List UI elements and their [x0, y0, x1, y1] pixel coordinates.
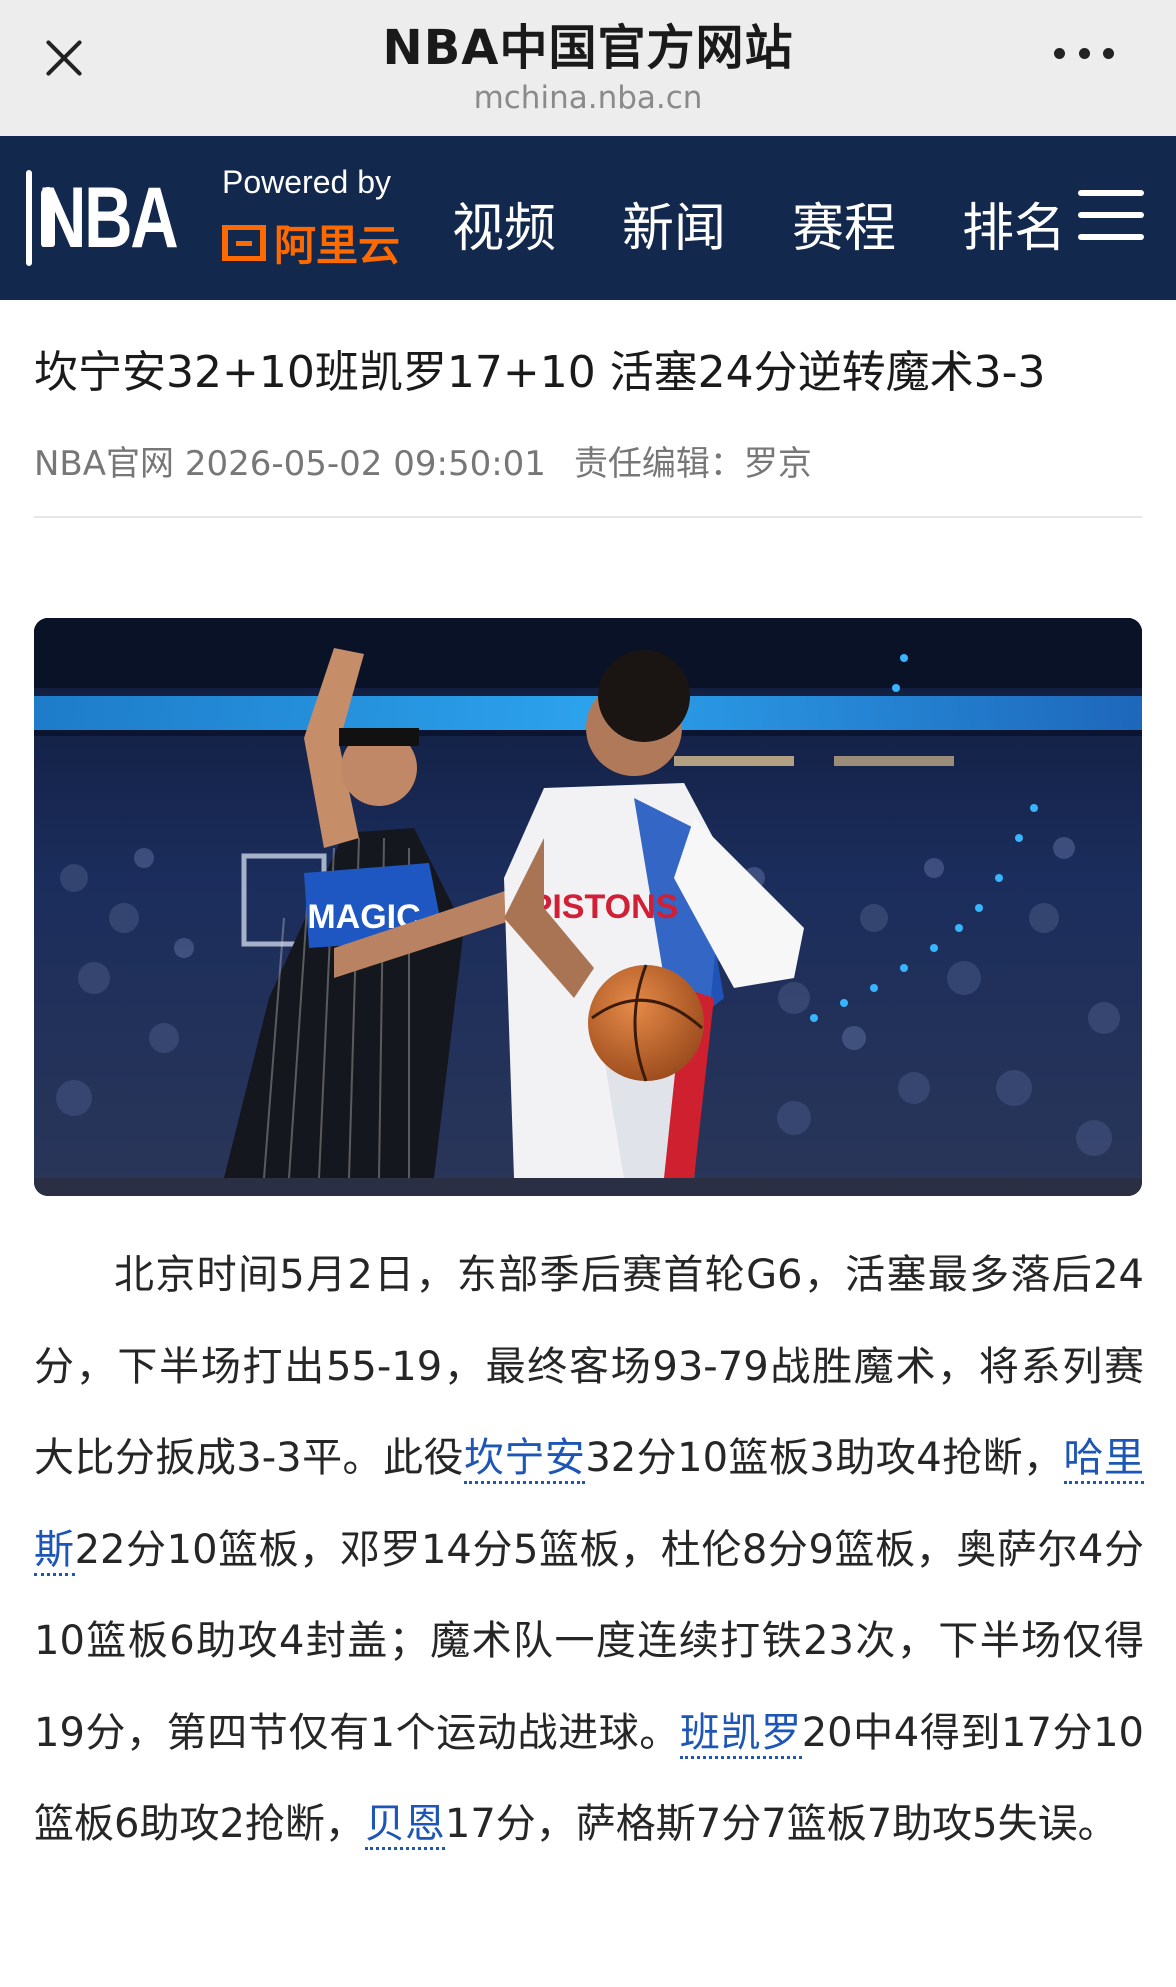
more-dots-icon[interactable]: [1054, 48, 1114, 64]
aliyun-icon: [222, 224, 266, 261]
article-photo: MAGIC PISTONS: [34, 618, 1142, 1196]
hamburger-icon[interactable]: [1078, 190, 1144, 240]
article-source-date: NBA官网 2026-05-02 09:50:01: [34, 444, 546, 484]
site-nav-bar: NBA Powered by 阿里云 视频 新闻 赛程 排名: [0, 136, 1176, 300]
nav-item-schedule[interactable]: 赛程: [792, 186, 896, 261]
body-text-2: 32分10篮板3助攻4抢断，: [585, 1435, 1064, 1481]
powered-by-label: Powered by: [222, 164, 391, 200]
nav-item-news[interactable]: 新闻: [622, 186, 726, 261]
browser-top-bar: NBA中国官方网站 mchina.nba.cn: [0, 0, 1176, 136]
sponsor-logo: 阿里云: [222, 212, 400, 273]
site-url: mchina.nba.cn: [473, 80, 703, 116]
nba-logo-badge-icon: [26, 170, 55, 266]
nba-logo[interactable]: NBA: [26, 170, 192, 266]
nav-item-video[interactable]: 视频: [452, 186, 556, 261]
sponsor-name: 阿里云: [274, 221, 401, 270]
basketball-photo-illustration: MAGIC PISTONS: [34, 618, 1142, 1196]
article-body: 北京时间5月2日，东部季后赛首轮G6，活塞最多落后24分，下半场打出55-19，…: [34, 1230, 1145, 1871]
divider: [34, 516, 1142, 518]
player-link-cunningham[interactable]: 坎宁安: [463, 1435, 586, 1484]
article-paragraph: 北京时间5月2日，东部季后赛首轮G6，活塞最多落后24分，下半场打出55-19，…: [34, 1230, 1145, 1871]
nba-logo-text: NBA: [38, 170, 179, 266]
player-link-bane[interactable]: 贝恩: [364, 1801, 445, 1850]
site-title: NBA中国官方网站: [382, 20, 794, 76]
body-text-5: 17分，萨格斯7分7篮板7助攻5失误。: [444, 1801, 1118, 1847]
article-meta: NBA官网 2026-05-02 09:50:01 责任编辑：罗京: [34, 436, 812, 485]
nav-item-standings[interactable]: 排名: [962, 186, 1066, 261]
article-editor: 责任编辑：罗京: [573, 444, 812, 484]
article-headline: 坎宁安32+10班凯罗17+10 活塞24分逆转魔术3-3: [34, 347, 1046, 398]
player-link-banchero[interactable]: 班凯罗: [679, 1709, 802, 1759]
